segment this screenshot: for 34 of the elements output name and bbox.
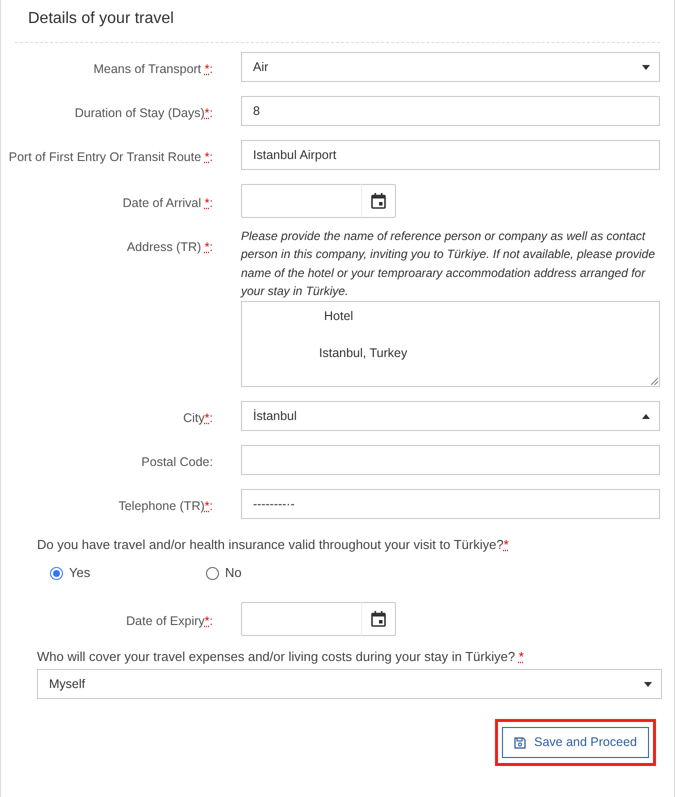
radio-label[interactable]: Yes <box>69 563 90 583</box>
help-text: Please provide the name of reference person or company as well as contact person in this company, inviting you to Türkiye. If not available, please provide name of the hotel or your temproarary accommodation address arranged for your stay in Türkiye. <box>241 228 656 300</box>
date-field[interactable] <box>241 602 361 636</box>
section-title: Details of your travel <box>28 9 174 29</box>
select-field[interactable]: Air <box>241 52 660 82</box>
radio-button[interactable] <box>206 566 219 580</box>
calendar-icon <box>371 611 386 628</box>
radio-button[interactable] <box>50 566 63 580</box>
question-text: Do you have travel and/or health insurance valid throughout your visit to Türkiye?* <box>37 536 509 554</box>
field-label: Date of Arrival *: <box>122 195 213 212</box>
field-label: Means of Transport *: <box>93 61 213 78</box>
text-field[interactable] <box>241 445 660 476</box>
field-label: City*: <box>183 410 213 428</box>
field-label: Telephone (TR)*: <box>118 498 213 516</box>
text-field[interactable]: 8 <box>241 96 660 126</box>
calendar-button[interactable] <box>361 184 396 218</box>
resize-grip-icon[interactable] <box>651 378 658 386</box>
field-label: Port of First Entry Or Transit Route *: <box>8 149 213 166</box>
date-field[interactable] <box>241 184 361 218</box>
save-icon <box>514 736 526 749</box>
select-field[interactable]: Myself <box>37 669 662 700</box>
field-label: Postal Code: <box>141 454 213 472</box>
field-label: Duration of Stay (Days)*: <box>74 105 213 122</box>
calendar-icon <box>371 193 386 209</box>
calendar-button[interactable] <box>361 602 396 636</box>
address-textarea[interactable]: Hotel Istanbul, Turkey <box>241 301 660 388</box>
text-field[interactable]: --------·- <box>241 489 660 520</box>
question-text: Who will cover your travel expenses and/or living costs during your stay in Türkiye? * <box>37 648 524 666</box>
field-label: Date of Expiry*: <box>126 613 213 630</box>
field-label: Address (TR) *: <box>126 239 213 256</box>
radio-label[interactable]: No <box>225 563 242 583</box>
text-field[interactable]: Istanbul Airport <box>241 140 660 170</box>
select-field[interactable]: İstanbul <box>241 401 660 432</box>
save-button[interactable]: Save and Proceed <box>502 727 649 758</box>
